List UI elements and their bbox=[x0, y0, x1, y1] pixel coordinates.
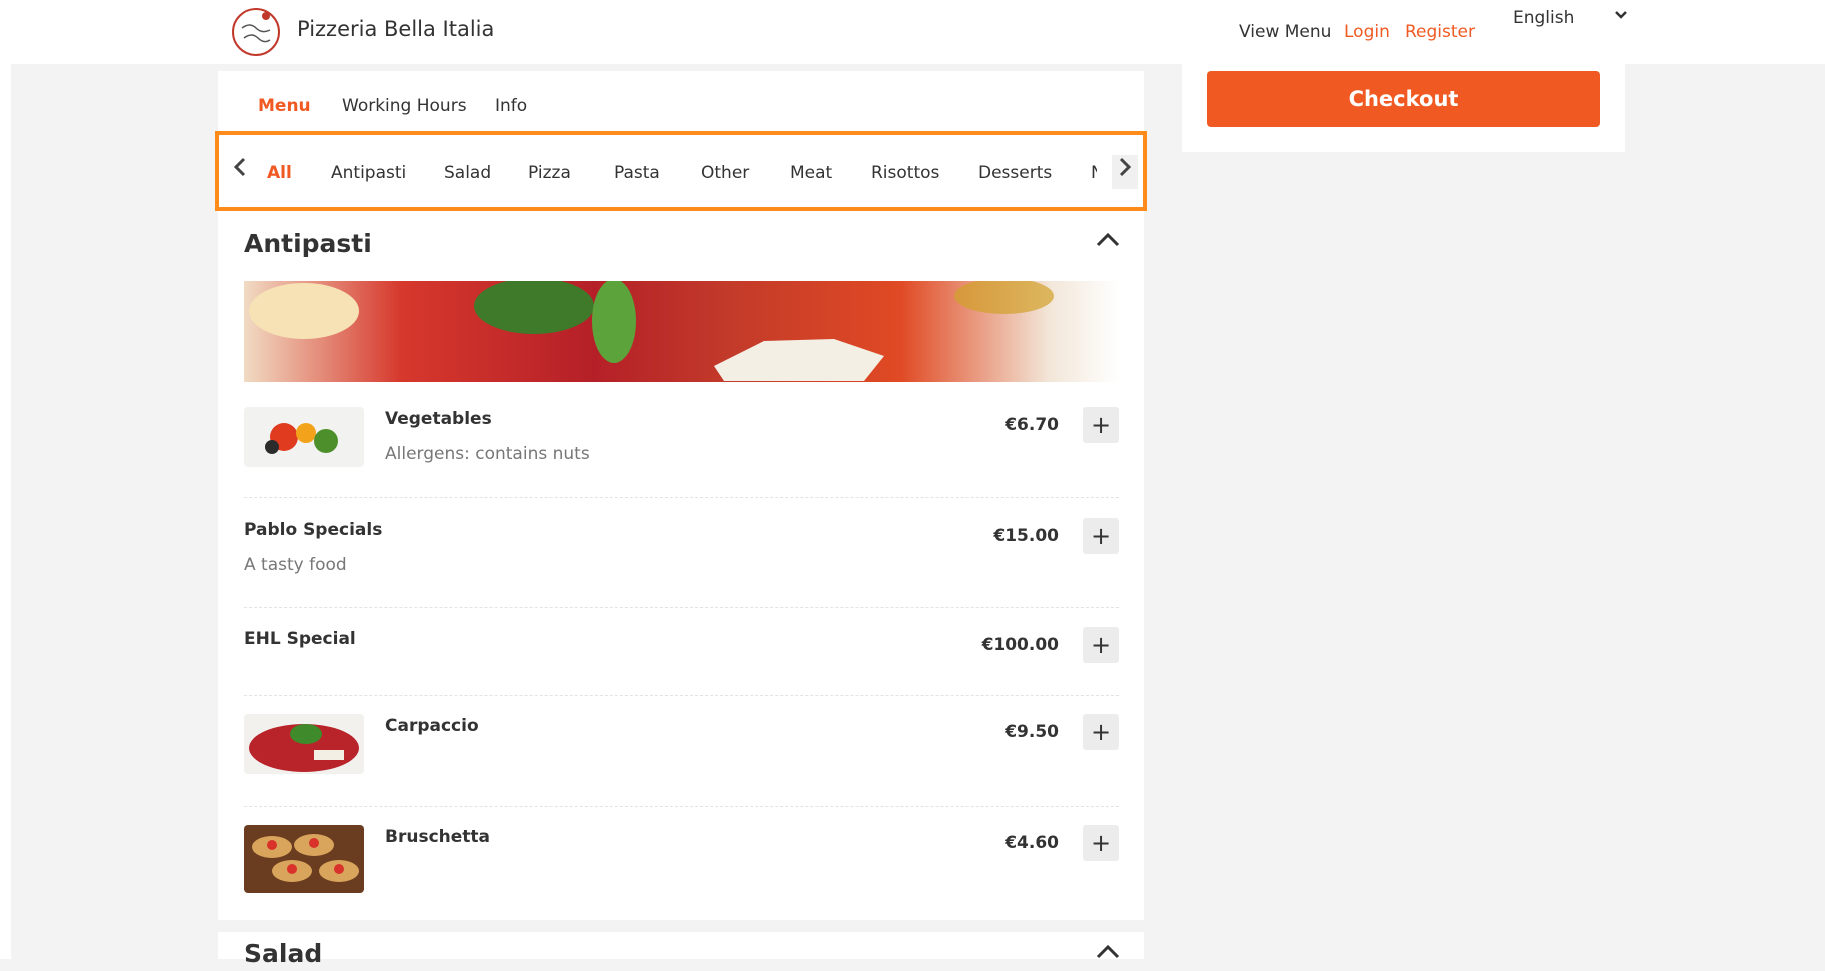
chevron-down-icon bbox=[1614, 7, 1628, 27]
antipasti-banner-image bbox=[244, 281, 1119, 382]
tab-menu[interactable]: Menu bbox=[258, 96, 311, 116]
add-item-button[interactable]: + bbox=[1083, 627, 1119, 663]
brand-name: Pizzeria Bella Italia bbox=[297, 17, 495, 41]
add-item-button[interactable]: + bbox=[1083, 518, 1119, 554]
chevron-up-icon[interactable] bbox=[1093, 229, 1123, 259]
item-name: Pablo Specials bbox=[244, 520, 383, 540]
list-item: Bruschetta €4.60 + bbox=[244, 825, 1119, 911]
register-link[interactable]: Register bbox=[1405, 22, 1475, 42]
tab-working-hours[interactable]: Working Hours bbox=[342, 96, 467, 116]
list-item: Carpaccio €9.50 + bbox=[244, 714, 1119, 807]
category-risottos[interactable]: Risottos bbox=[871, 163, 939, 183]
list-item: Vegetables Allergens: contains nuts €6.7… bbox=[244, 407, 1119, 498]
top-header: Pizzeria Bella Italia View Menu Login Re… bbox=[0, 0, 1825, 64]
add-item-button[interactable]: + bbox=[1083, 407, 1119, 443]
checkout-button[interactable]: Checkout bbox=[1207, 71, 1600, 127]
list-item: EHL Special €100.00 + bbox=[244, 627, 1119, 696]
login-link[interactable]: Login bbox=[1344, 22, 1390, 42]
carpaccio-thumbnail bbox=[244, 714, 364, 774]
category-list: All Antipasti Salad Pizza Pasta Other Me… bbox=[267, 163, 1097, 187]
category-next[interactable]: N bbox=[1091, 163, 1097, 183]
item-price: €100.00 bbox=[981, 635, 1059, 655]
add-item-button[interactable]: + bbox=[1083, 714, 1119, 750]
scroll-left-icon[interactable] bbox=[227, 155, 253, 189]
item-price: €6.70 bbox=[1005, 415, 1059, 435]
pizzeria-logo-icon[interactable] bbox=[230, 6, 282, 58]
list-item: Pablo Specials A tasty food €15.00 + bbox=[244, 518, 1119, 608]
language-select[interactable]: English bbox=[1513, 8, 1628, 34]
item-description: A tasty food bbox=[244, 555, 347, 575]
cart-panel: Checkout bbox=[1182, 62, 1625, 152]
page-edge bbox=[0, 0, 11, 959]
item-name: Carpaccio bbox=[385, 716, 479, 736]
section-title-salad: Salad bbox=[244, 939, 323, 968]
vegetables-thumbnail bbox=[244, 407, 364, 467]
bruschetta-thumbnail bbox=[244, 825, 364, 893]
item-name: Bruschetta bbox=[385, 827, 490, 847]
section-divider bbox=[218, 920, 1144, 932]
language-value: English bbox=[1513, 8, 1575, 28]
add-item-button[interactable]: + bbox=[1083, 825, 1119, 861]
category-antipasti[interactable]: Antipasti bbox=[331, 163, 406, 183]
item-price: €4.60 bbox=[1005, 833, 1059, 853]
category-bar: All Antipasti Salad Pizza Pasta Other Me… bbox=[215, 131, 1147, 211]
category-desserts[interactable]: Desserts bbox=[978, 163, 1052, 183]
item-name: EHL Special bbox=[244, 629, 356, 649]
tab-info[interactable]: Info bbox=[495, 96, 527, 116]
category-pizza[interactable]: Pizza bbox=[528, 163, 571, 183]
section-title-antipasti: Antipasti bbox=[244, 229, 372, 258]
item-name: Vegetables bbox=[385, 409, 492, 429]
category-pasta[interactable]: Pasta bbox=[614, 163, 660, 183]
category-meat[interactable]: Meat bbox=[790, 163, 832, 183]
item-price: €9.50 bbox=[1005, 722, 1059, 742]
item-price: €15.00 bbox=[993, 526, 1059, 546]
view-menu-link[interactable]: View Menu bbox=[1239, 22, 1331, 42]
category-salad[interactable]: Salad bbox=[444, 163, 491, 183]
menu-panel: Menu Working Hours Info All Antipasti Sa… bbox=[215, 71, 1147, 968]
category-all[interactable]: All bbox=[267, 163, 292, 183]
scroll-right-icon[interactable] bbox=[1112, 155, 1138, 189]
chevron-up-icon[interactable] bbox=[1093, 941, 1123, 971]
item-description: Allergens: contains nuts bbox=[385, 444, 590, 464]
category-other[interactable]: Other bbox=[701, 163, 749, 183]
